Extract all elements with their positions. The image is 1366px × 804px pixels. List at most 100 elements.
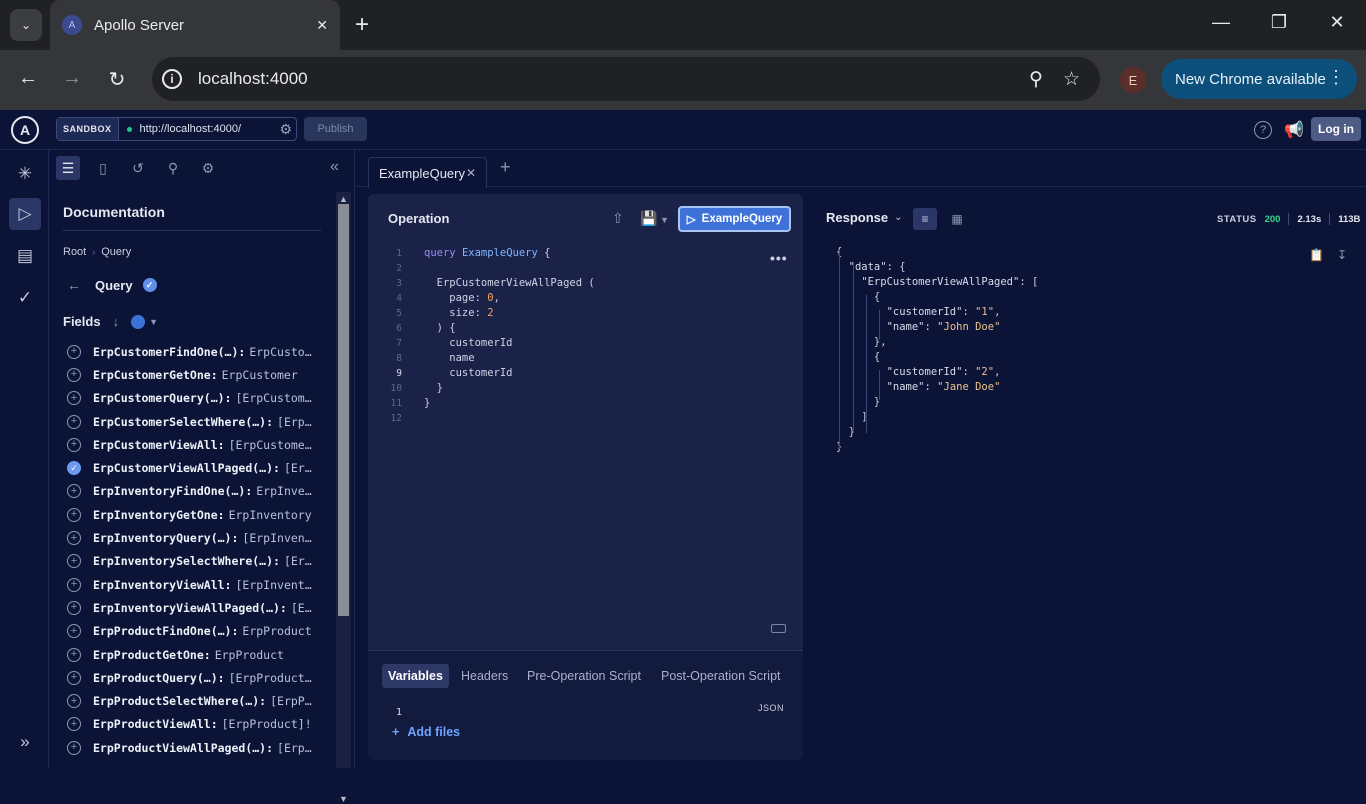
add-field-icon[interactable]: + [67, 531, 81, 546]
field-name[interactable]: ErpProductFindOne(…): [93, 624, 238, 638]
field-type[interactable]: [ErpP… [270, 694, 312, 708]
field-row[interactable]: + ErpInventoryGetOne: ErpInventory [67, 503, 317, 526]
kebab-menu-icon[interactable]: ⋮ [1327, 67, 1345, 88]
field-name[interactable]: ErpProductViewAllPaged(…): [93, 741, 273, 755]
field-name[interactable]: ErpProductSelectWhere(…): [93, 694, 266, 708]
field-type[interactable]: ErpCusto… [249, 345, 311, 359]
close-icon[interactable]: ✕ [466, 166, 476, 180]
add-field-icon[interactable]: + [67, 391, 81, 406]
field-row[interactable]: + ErpCustomerViewAll: [ErpCustome… [67, 433, 317, 456]
scroll-down-icon[interactable]: ▼ [339, 794, 348, 804]
collapse-panel-icon[interactable]: « [330, 158, 339, 176]
field-type[interactable]: ErpInventory [229, 508, 312, 522]
endpoint-url[interactable]: http://localhost:4000/ [140, 123, 280, 135]
profile-avatar[interactable]: E [1120, 67, 1146, 93]
scroll-thumb[interactable] [338, 204, 349, 616]
code-text[interactable]: } [424, 382, 443, 397]
address-bar[interactable]: i localhost:4000 ⚲ ☆ [152, 57, 1100, 101]
field-row[interactable]: + ErpInventoryViewAllPaged(…): [E… [67, 596, 317, 619]
field-name[interactable]: ErpInventoryViewAllPaged(…): [93, 601, 287, 615]
schema-graph-icon[interactable]: ✳ [9, 158, 41, 190]
close-tab-icon[interactable]: ✕ [316, 17, 328, 34]
field-type[interactable]: [E… [291, 601, 312, 615]
field-type[interactable]: [ErpInvent… [235, 578, 311, 592]
field-name[interactable]: ErpCustomerViewAll: [93, 438, 225, 452]
response-body[interactable]: { "data": { "ErpCustomerViewAllPaged": [… [836, 246, 1256, 456]
tab-example-query[interactable]: ExampleQuery ✕ [368, 157, 487, 188]
share-icon[interactable]: ⇧ [612, 210, 624, 227]
code-line[interactable]: 12 [368, 412, 424, 427]
code-line[interactable]: 11} [368, 397, 431, 412]
field-name[interactable]: ErpInventorySelectWhere(…): [93, 554, 280, 568]
field-name[interactable]: ErpInventoryGetOne: [93, 508, 225, 522]
restore-window-icon[interactable]: ❐ [1264, 12, 1294, 33]
code-line[interactable]: 5 size: 2 [368, 307, 493, 322]
download-icon[interactable]: ↧ [1337, 248, 1347, 262]
field-row[interactable]: + ErpInventoryViewAll: [ErpInvent… [67, 573, 317, 596]
field-name[interactable]: ErpInventoryFindOne(…): [93, 484, 252, 498]
field-type[interactable]: [ErpProduct]! [222, 717, 312, 731]
field-row[interactable]: + ErpCustomerGetOne: ErpCustomer [67, 363, 317, 386]
reload-icon[interactable]: ↻ [104, 67, 130, 92]
field-row[interactable]: + ErpProductQuery(…): [ErpProduct… [67, 666, 317, 689]
add-field-icon[interactable]: + [67, 600, 81, 615]
chevron-down-icon[interactable]: ▼ [149, 317, 158, 327]
schema-reference-icon[interactable]: ▤ [9, 240, 41, 272]
search-icon[interactable]: ⚲ [161, 156, 185, 180]
checks-icon[interactable]: ✓ [9, 282, 41, 314]
code-line[interactable]: 10 } [368, 382, 443, 397]
field-name[interactable]: ErpProductGetOne: [93, 648, 211, 662]
field-type[interactable]: ErpCustomer [222, 368, 298, 382]
new-tab-button[interactable]: + [355, 13, 369, 37]
code-line[interactable]: 3 ErpCustomerViewAllPaged ( [368, 277, 594, 292]
add-field-icon[interactable]: + [67, 624, 81, 639]
field-type[interactable]: ErpProduct [242, 624, 311, 638]
scroll-up-icon[interactable]: ▲ [339, 194, 348, 204]
add-field-icon[interactable]: + [67, 717, 81, 732]
field-type[interactable]: [ErpProduct… [229, 671, 312, 685]
keyboard-shortcuts-icon[interactable] [771, 624, 786, 633]
code-line[interactable]: 8 name [368, 352, 474, 367]
code-line[interactable]: 6 ) { [368, 322, 455, 337]
response-selector[interactable]: Response ⌄ [826, 210, 903, 225]
field-name[interactable]: ErpCustomerSelectWhere(…): [93, 415, 273, 429]
collections-bookmark-icon[interactable]: ▯ [91, 156, 115, 180]
settings-gear-icon[interactable]: ⚙ [196, 156, 220, 180]
arrow-left-icon[interactable]: ← [67, 277, 81, 293]
field-type[interactable]: [ErpCustom… [235, 391, 311, 405]
code-line[interactable]: 9 customerId [368, 367, 512, 382]
field-row[interactable]: + ErpProductSelectWhere(…): [ErpP… [67, 689, 317, 712]
add-field-icon[interactable]: + [67, 577, 81, 592]
code-line[interactable]: 7 customerId [368, 337, 512, 352]
code-text[interactable]: customerId [424, 337, 512, 352]
check-circle-icon[interactable]: ✓ [67, 461, 81, 476]
field-name[interactable]: ErpProductQuery(…): [93, 671, 225, 685]
site-info-icon[interactable]: i [162, 69, 182, 89]
code-text[interactable]: query ExampleQuery { [424, 247, 550, 262]
code-line[interactable]: 1 query ExampleQuery { [368, 247, 550, 262]
close-window-icon[interactable]: ✕ [1322, 12, 1352, 33]
field-type[interactable]: [Erp… [277, 415, 312, 429]
expand-rail-icon[interactable]: » [9, 726, 41, 758]
field-name[interactable]: ErpCustomerQuery(…): [93, 391, 231, 405]
add-tab-icon[interactable]: + [500, 157, 511, 178]
tab-pre-operation-script[interactable]: Pre-Operation Script [521, 664, 647, 688]
code-text[interactable]: customerId [424, 367, 512, 382]
text-view-icon[interactable]: ≡ [913, 208, 937, 230]
field-row[interactable]: + ErpProductViewAll: [ErpProduct]! [67, 713, 317, 736]
field-row[interactable]: + ErpInventoryFindOne(…): ErpInve… [67, 480, 317, 503]
add-field-icon[interactable]: + [67, 437, 81, 452]
apollo-logo-icon[interactable]: A [11, 116, 39, 144]
field-name[interactable]: ErpInventoryViewAll: [93, 578, 231, 592]
minimize-window-icon[interactable]: — [1206, 12, 1236, 33]
field-row[interactable]: ✓ ErpCustomerViewAllPaged(…): [Er… [67, 456, 317, 479]
announcement-icon[interactable]: 📢 [1284, 120, 1304, 140]
field-row[interactable]: + ErpInventoryQuery(…): [ErpInven… [67, 526, 317, 549]
query-editor[interactable]: 1 query ExampleQuery {2 3 ErpCustomerViewA… [368, 244, 803, 624]
save-icon[interactable]: 💾 ▼ [640, 210, 669, 227]
field-name[interactable]: ErpProductViewAll: [93, 717, 218, 731]
explorer-icon[interactable]: ▷ [9, 198, 41, 230]
add-field-icon[interactable]: + [67, 647, 81, 662]
back-arrow-icon[interactable]: ← [15, 67, 41, 90]
field-name[interactable]: ErpCustomerGetOne: [93, 368, 218, 382]
